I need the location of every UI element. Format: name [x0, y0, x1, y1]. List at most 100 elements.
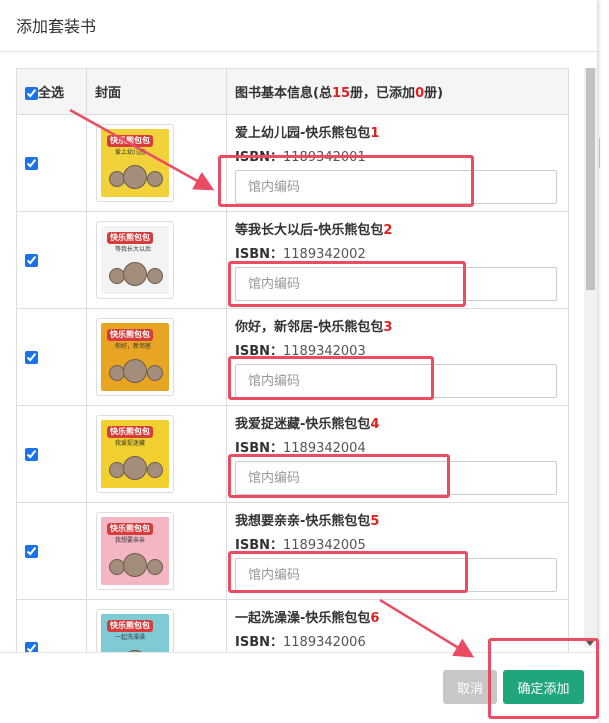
row-check-cell [16, 211, 87, 309]
book-table: 全选 封面 图书基本信息(总15册，已添加0册) 快乐熊包包 爱上幼儿园 爱上幼… [16, 68, 569, 652]
isbn-label: ISBN： [235, 344, 283, 359]
cover-header: 封面 [86, 68, 227, 115]
info-header: 图书基本信息(总15册，已添加0册) [226, 68, 569, 115]
scrollbar-thumb[interactable] [586, 68, 595, 290]
row-info-cell: 爱上幼儿园-快乐熊包包1 ISBN：1189342001 [226, 114, 569, 212]
book-number: 6 [370, 611, 380, 626]
row-check-cell [16, 308, 87, 406]
row-checkbox[interactable] [25, 253, 38, 267]
row-cover-cell: 快乐熊包包 爱上幼儿园 [86, 114, 227, 212]
isbn-value: 1189342006 [283, 635, 366, 650]
library-code-input[interactable] [235, 267, 557, 301]
scroll-down-arrow-icon[interactable] [586, 641, 594, 646]
row-check-cell [16, 599, 87, 652]
cover-subtitle: 我想要亲亲 [115, 537, 146, 544]
library-code-input[interactable] [235, 364, 557, 398]
table-row: 快乐熊包包 等我长大以后 等我长大以后-快乐熊包包2 ISBN：11893420… [16, 211, 569, 309]
book-isbn: ISBN：1189342006 [235, 634, 560, 652]
table-row: 快乐熊包包 一起洗澡澡 一起洗澡澡-快乐熊包包6 ISBN：1189342006 [16, 599, 569, 652]
book-number: 4 [370, 417, 380, 432]
dialog-body[interactable]: 全选 封面 图书基本信息(总15册，已添加0册) 快乐熊包包 爱上幼儿园 爱上幼… [0, 52, 598, 652]
book-isbn: ISBN：1189342005 [235, 537, 560, 555]
book-title-text: 我想要亲亲-快乐熊包包 [235, 514, 371, 529]
table-row: 快乐熊包包 我爱捉迷藏 我爱捉迷藏-快乐熊包包4 ISBN：1189342004 [16, 405, 569, 503]
row-info-cell: 一起洗澡澡-快乐熊包包6 ISBN：1189342006 [226, 599, 569, 652]
book-cover-image: 快乐熊包包 爱上幼儿园 [96, 124, 174, 202]
cover-series-logo: 快乐熊包包 [107, 426, 153, 438]
book-title-text: 等我长大以后-快乐熊包包 [235, 223, 384, 238]
book-cover-image: 快乐熊包包 我想要亲亲 [96, 512, 174, 590]
library-code-input[interactable] [235, 558, 557, 592]
cover-subtitle: 爱上幼儿园 [115, 149, 146, 156]
cover-series-logo: 快乐熊包包 [107, 135, 153, 147]
row-cover-cell: 快乐熊包包 一起洗澡澡 [86, 599, 227, 652]
bear-illustration [147, 365, 163, 381]
row-checkbox[interactable] [25, 156, 38, 170]
dialog-scrollbar[interactable] [584, 68, 597, 648]
row-checkbox[interactable] [25, 641, 38, 652]
isbn-label: ISBN： [235, 635, 283, 650]
cover-subtitle: 你好，新邻居 [115, 343, 152, 350]
confirm-add-button[interactable]: 确定添加 [503, 670, 584, 704]
select-all-header: 全选 [16, 68, 87, 115]
book-number: 5 [370, 514, 380, 529]
bear-illustration [123, 359, 147, 383]
table-header-row: 全选 封面 图书基本信息(总15册，已添加0册) [16, 68, 569, 115]
book-number: 1 [370, 126, 380, 141]
library-code-input[interactable] [235, 461, 557, 495]
book-title: 我爱捉迷藏-快乐熊包包4 [235, 416, 560, 434]
library-code-input[interactable] [235, 170, 557, 204]
info-header-suffix: 册) [424, 86, 444, 101]
bear-illustration [147, 171, 163, 187]
bear-illustration [123, 165, 147, 189]
row-cover-cell: 快乐熊包包 等我长大以后 [86, 211, 227, 309]
isbn-value: 1189342005 [283, 538, 366, 553]
row-cover-cell: 快乐熊包包 我想要亲亲 [86, 502, 227, 600]
row-info-cell: 等我长大以后-快乐熊包包2 ISBN：1189342002 [226, 211, 569, 309]
book-title-text: 你好，新邻居-快乐熊包包 [235, 320, 384, 335]
cover-series-logo: 快乐熊包包 [107, 620, 153, 632]
dialog-title: 添加套装书 [16, 17, 97, 36]
row-info-cell: 我爱捉迷藏-快乐熊包包4 ISBN：1189342004 [226, 405, 569, 503]
dialog-header: 添加套装书 [0, 0, 597, 52]
book-cover-art: 快乐熊包包 爱上幼儿园 [101, 129, 169, 197]
book-number: 2 [383, 223, 393, 238]
cover-subtitle: 等我长大以后 [115, 246, 152, 253]
isbn-label: ISBN： [235, 441, 283, 456]
book-cover-art: 快乐熊包包 你好，新邻居 [101, 323, 169, 391]
dialog-footer: 取消 确定添加 [0, 652, 598, 723]
book-cover-art: 快乐熊包包 等我长大以后 [101, 226, 169, 294]
row-info-cell: 我想要亲亲-快乐熊包包5 ISBN：1189342005 [226, 502, 569, 600]
select-all-checkbox[interactable] [25, 87, 38, 100]
cover-series-logo: 快乐熊包包 [107, 523, 153, 535]
isbn-value: 1189342002 [283, 247, 366, 262]
row-checkbox[interactable] [25, 350, 38, 364]
cover-series-logo: 快乐熊包包 [107, 232, 153, 244]
row-check-cell [16, 114, 87, 212]
info-header-prefix: 图书基本信息(总 [235, 86, 332, 101]
isbn-value: 1189342004 [283, 441, 366, 456]
table-row: 快乐熊包包 爱上幼儿园 爱上幼儿园-快乐熊包包1 ISBN：1189342001 [16, 114, 569, 212]
row-checkbox[interactable] [25, 544, 38, 558]
book-title: 你好，新邻居-快乐熊包包3 [235, 319, 560, 337]
cover-subtitle: 我爱捉迷藏 [115, 440, 146, 447]
book-cover-image: 快乐熊包包 等我长大以后 [96, 221, 174, 299]
table-row: 快乐熊包包 你好，新邻居 你好，新邻居-快乐熊包包3 ISBN：11893420… [16, 308, 569, 406]
bear-illustration [123, 262, 147, 286]
book-isbn: ISBN：1189342002 [235, 246, 560, 264]
cancel-button[interactable]: 取消 [443, 670, 497, 704]
bear-illustration [147, 268, 163, 284]
row-check-cell [16, 405, 87, 503]
row-checkbox[interactable] [25, 447, 38, 461]
cover-series-logo: 快乐熊包包 [107, 329, 153, 341]
book-cover-art: 快乐熊包包 一起洗澡澡 [101, 614, 169, 652]
row-info-cell: 你好，新邻居-快乐熊包包3 ISBN：1189342003 [226, 308, 569, 406]
table-row: 快乐熊包包 我想要亲亲 我想要亲亲-快乐熊包包5 ISBN：1189342005 [16, 502, 569, 600]
isbn-value: 1189342003 [283, 344, 366, 359]
book-title-text: 我爱捉迷藏-快乐熊包包 [235, 417, 371, 432]
book-cover-image: 快乐熊包包 你好，新邻居 [96, 318, 174, 396]
bear-illustration [147, 559, 163, 575]
add-set-book-dialog: 添加套装书 全选 封面 图书基本信息(总15册，已添加0册) 快乐熊包包 爱上幼… [0, 0, 598, 723]
book-cover-art: 快乐熊包包 我爱捉迷藏 [101, 420, 169, 488]
info-header-mid: 册，已添加 [350, 86, 416, 101]
